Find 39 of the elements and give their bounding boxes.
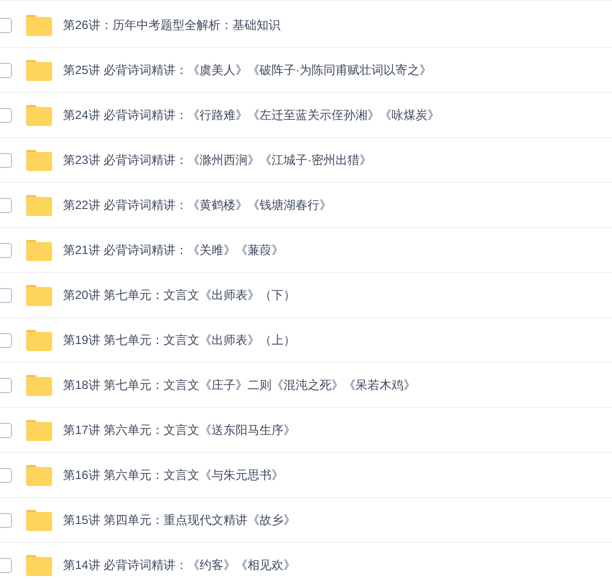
folder-icon: [26, 330, 52, 350]
checkbox[interactable]: [0, 288, 12, 302]
folder-name[interactable]: 第25讲 必背诗词精讲：《虞美人》《破阵子·为陈同甫赋壮词以寄之》: [63, 61, 432, 79]
folder-name[interactable]: 第17讲 第六单元：文言文《送东阳马生序》: [63, 421, 296, 439]
folder-name[interactable]: 第18讲 第七单元：文言文《庄子》二则《混沌之死》《呆若木鸡》: [63, 376, 416, 394]
folder-name[interactable]: 第14讲 必背诗词精讲：《约客》《相见欢》: [63, 556, 296, 574]
checkbox[interactable]: [0, 332, 12, 348]
folder-name[interactable]: 第16讲 第六单元：文言文《与朱元思书》: [63, 466, 284, 484]
folder-name[interactable]: 第21讲 必背诗词精讲：《关雎》《蒹葭》: [63, 241, 284, 259]
folder-icon: [26, 420, 52, 440]
checkbox[interactable]: [0, 512, 12, 528]
checkbox[interactable]: [0, 152, 12, 168]
folder-icon: [26, 374, 52, 396]
checkbox[interactable]: [0, 108, 12, 122]
checkbox[interactable]: [0, 422, 12, 438]
folder-name[interactable]: 第22讲 必背诗词精讲：《黄鹤楼》《钱塘湖春行》: [63, 196, 332, 214]
checkbox[interactable]: [0, 242, 12, 258]
folder-icon: [26, 510, 52, 530]
checkbox[interactable]: [0, 378, 12, 392]
checkbox[interactable]: [0, 18, 12, 32]
folder-icon: [26, 60, 52, 80]
checkbox[interactable]: [0, 62, 12, 78]
folder-icon: [26, 464, 52, 486]
folder-name[interactable]: 第24讲 必背诗词精讲：《行路难》《左迁至蓝关示侄孙湘》《咏煤炭》: [63, 106, 440, 124]
folder-name[interactable]: 第23讲 必背诗词精讲：《滁州西涧》《江城子·密州出猎》: [63, 151, 372, 169]
checkbox[interactable]: [0, 198, 12, 212]
folder-icon: [26, 554, 52, 576]
folder-name[interactable]: 第20讲 第七单元：文言文《出师表》（下）: [63, 286, 296, 304]
folder-name[interactable]: 第19讲 第七单元：文言文《出师表》（上）: [63, 331, 296, 349]
checkbox[interactable]: [0, 558, 12, 572]
folder-name[interactable]: 第15讲 第四单元：重点现代文精讲《故乡》: [63, 511, 296, 529]
checkbox[interactable]: [0, 468, 12, 482]
folder-icon: [26, 14, 52, 36]
folder-icon: [26, 240, 52, 260]
folder-icon: [26, 284, 52, 306]
folder-name[interactable]: 第26讲：历年中考题型全解析：基础知识: [63, 16, 280, 34]
folder-icon: [26, 194, 52, 216]
folder-icon: [26, 104, 52, 126]
folder-icon: [26, 150, 52, 170]
